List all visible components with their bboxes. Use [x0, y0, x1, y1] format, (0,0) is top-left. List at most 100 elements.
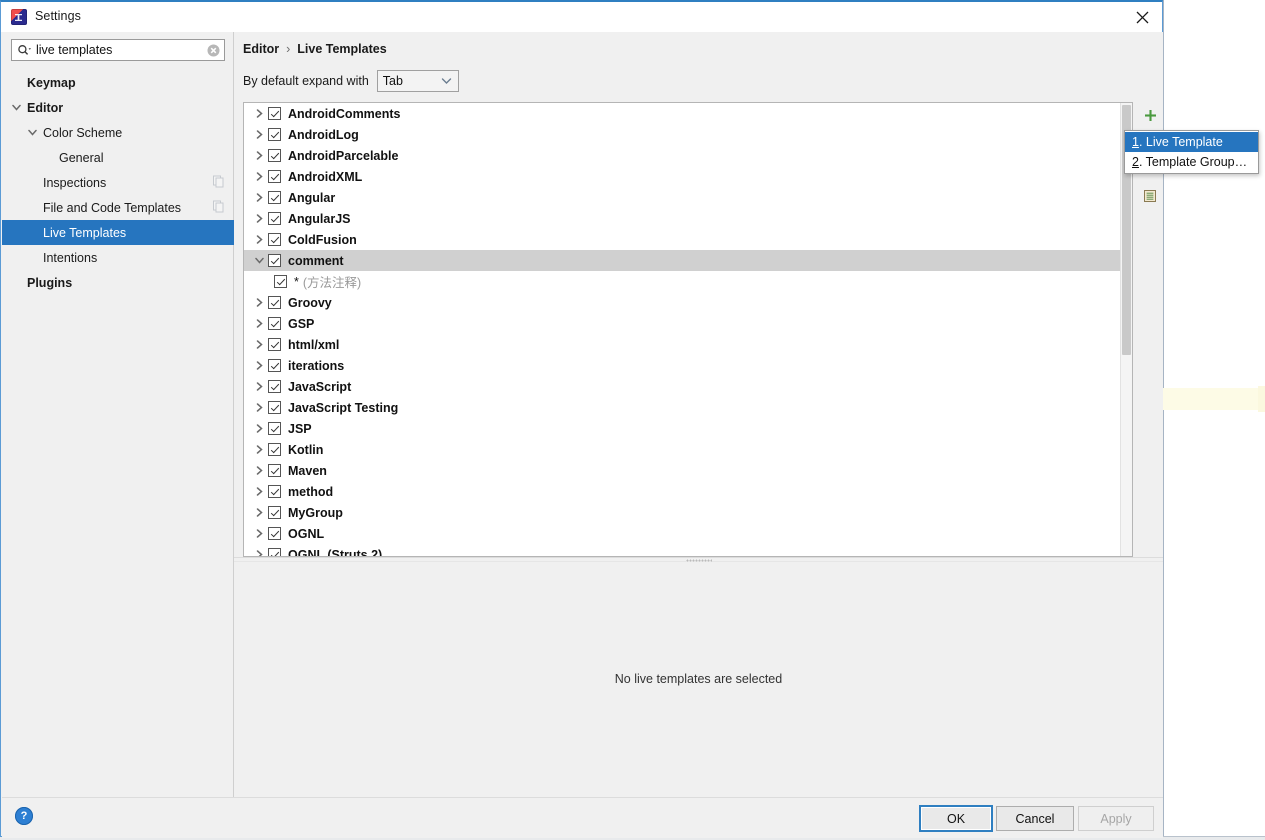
- template-group-name: AndroidComments: [288, 106, 401, 121]
- chevron-right-icon[interactable]: [250, 550, 268, 556]
- checkbox-icon[interactable]: [268, 317, 281, 330]
- checkbox-icon[interactable]: [268, 107, 281, 120]
- chevron-right-icon[interactable]: [250, 193, 268, 202]
- table-row[interactable]: Kotlin: [244, 439, 1132, 460]
- table-row[interactable]: JavaScript Testing: [244, 397, 1132, 418]
- clear-circle-icon[interactable]: [202, 44, 224, 57]
- checkbox-icon[interactable]: [268, 506, 281, 519]
- table-row[interactable]: Groovy: [244, 292, 1132, 313]
- checkbox-icon[interactable]: [268, 338, 281, 351]
- sidebar-item-live-templates[interactable]: Live Templates: [2, 220, 234, 245]
- checkbox-icon[interactable]: [268, 191, 281, 204]
- chevron-right-icon[interactable]: [250, 235, 268, 244]
- table-row[interactable]: AndroidParcelable: [244, 145, 1132, 166]
- template-group-name: comment: [288, 253, 344, 268]
- checkbox-icon[interactable]: [268, 485, 281, 498]
- table-row[interactable]: JavaScript: [244, 376, 1132, 397]
- checkbox-icon[interactable]: [268, 149, 281, 162]
- cancel-button[interactable]: Cancel: [996, 806, 1074, 831]
- expand-with-dropdown[interactable]: Tab: [376, 70, 459, 92]
- checkbox-icon[interactable]: [268, 359, 281, 372]
- sidebar-item-file-and-code-templates[interactable]: File and Code Templates: [2, 195, 234, 220]
- table-row[interactable]: html/xml: [244, 334, 1132, 355]
- chevron-right-icon[interactable]: [250, 403, 268, 412]
- chevron-right-icon[interactable]: [250, 298, 268, 307]
- chevron-right-icon[interactable]: [250, 214, 268, 223]
- table-row[interactable]: OGNL: [244, 523, 1132, 544]
- chevron-right-icon[interactable]: [250, 466, 268, 475]
- checkbox-icon[interactable]: [268, 296, 281, 309]
- checkbox-icon[interactable]: [268, 464, 281, 477]
- checkbox-icon[interactable]: [268, 443, 281, 456]
- checkbox-icon[interactable]: [268, 233, 281, 246]
- table-row[interactable]: ColdFusion: [244, 229, 1132, 250]
- chevron-right-icon[interactable]: [250, 424, 268, 433]
- ok-button[interactable]: OK: [919, 805, 993, 832]
- template-group-name: Angular: [288, 190, 336, 205]
- table-row[interactable]: MyGroup: [244, 502, 1132, 523]
- checkbox-icon[interactable]: [268, 254, 281, 267]
- table-row[interactable]: GSP: [244, 313, 1132, 334]
- chevron-right-icon[interactable]: [250, 130, 268, 139]
- help-icon[interactable]: ?: [15, 807, 33, 825]
- duplicate-document-icon: [1144, 190, 1156, 202]
- add-template-button[interactable]: [1137, 102, 1163, 128]
- checkbox-icon[interactable]: [268, 128, 281, 141]
- chevron-right-icon[interactable]: [250, 508, 268, 517]
- search-icon: [12, 44, 36, 57]
- breadcrumb-root[interactable]: Editor: [243, 42, 279, 56]
- sidebar-item-color-scheme[interactable]: Color Scheme: [2, 120, 234, 145]
- checkbox-icon[interactable]: [274, 275, 287, 288]
- menu-item[interactable]: 2. Template Group…: [1125, 152, 1258, 172]
- table-row[interactable]: Angular: [244, 187, 1132, 208]
- chevron-right-icon[interactable]: [250, 340, 268, 349]
- checkbox-icon[interactable]: [268, 527, 281, 540]
- chevron-down-icon[interactable]: [250, 256, 268, 265]
- checkbox-icon[interactable]: [268, 380, 281, 393]
- sidebar-item-editor[interactable]: Editor: [2, 95, 234, 120]
- chevron-down-icon[interactable]: [10, 101, 23, 114]
- sidebar-item-intentions[interactable]: Intentions: [2, 245, 234, 270]
- template-detail-pane: No live templates are selected: [234, 562, 1163, 797]
- plus-icon: [1144, 109, 1156, 121]
- sidebar-item-keymap[interactable]: Keymap: [2, 70, 234, 95]
- duplicate-template-button[interactable]: [1137, 183, 1163, 209]
- close-icon[interactable]: [1125, 4, 1159, 30]
- search-input[interactable]: live templates: [11, 39, 225, 61]
- table-row[interactable]: Maven: [244, 460, 1132, 481]
- table-row[interactable]: * (方法注释): [244, 271, 1132, 292]
- checkbox-icon[interactable]: [268, 170, 281, 183]
- menu-item-label: . Template Group…: [1138, 155, 1248, 169]
- checkbox-icon[interactable]: [268, 422, 281, 435]
- table-row[interactable]: OGNL (Struts 2): [244, 544, 1132, 556]
- chevron-right-icon[interactable]: [250, 319, 268, 328]
- chevron-down-icon[interactable]: [26, 126, 39, 139]
- sidebar-item-general[interactable]: General: [2, 145, 234, 170]
- live-templates-list[interactable]: AndroidComments AndroidLog AndroidParcelab…: [243, 102, 1133, 557]
- table-row[interactable]: AndroidLog: [244, 124, 1132, 145]
- sidebar-item-inspections[interactable]: Inspections: [2, 170, 234, 195]
- table-row[interactable]: iterations: [244, 355, 1132, 376]
- table-row[interactable]: JSP: [244, 418, 1132, 439]
- table-row[interactable]: AngularJS: [244, 208, 1132, 229]
- chevron-right-icon[interactable]: [250, 172, 268, 181]
- checkbox-icon[interactable]: [268, 548, 281, 556]
- checkbox-icon[interactable]: [268, 401, 281, 414]
- menu-item[interactable]: 1. Live Template: [1125, 132, 1258, 152]
- sidebar-item-plugins[interactable]: Plugins: [2, 270, 234, 295]
- table-row[interactable]: method: [244, 481, 1132, 502]
- chevron-right-icon[interactable]: [250, 445, 268, 454]
- checkbox-icon[interactable]: [268, 212, 281, 225]
- nav-arrow-spacer: [10, 76, 23, 89]
- chevron-right-icon[interactable]: [250, 382, 268, 391]
- search-input-value[interactable]: live templates: [36, 40, 202, 60]
- table-row[interactable]: AndroidXML: [244, 166, 1132, 187]
- table-row[interactable]: AndroidComments: [244, 103, 1132, 124]
- table-row[interactable]: comment: [244, 250, 1132, 271]
- chevron-right-icon[interactable]: [250, 529, 268, 538]
- chevron-right-icon[interactable]: [250, 109, 268, 118]
- chevron-right-icon[interactable]: [250, 487, 268, 496]
- chevron-right-icon[interactable]: [250, 361, 268, 370]
- template-group-name: MyGroup: [288, 505, 343, 520]
- chevron-right-icon[interactable]: [250, 151, 268, 160]
